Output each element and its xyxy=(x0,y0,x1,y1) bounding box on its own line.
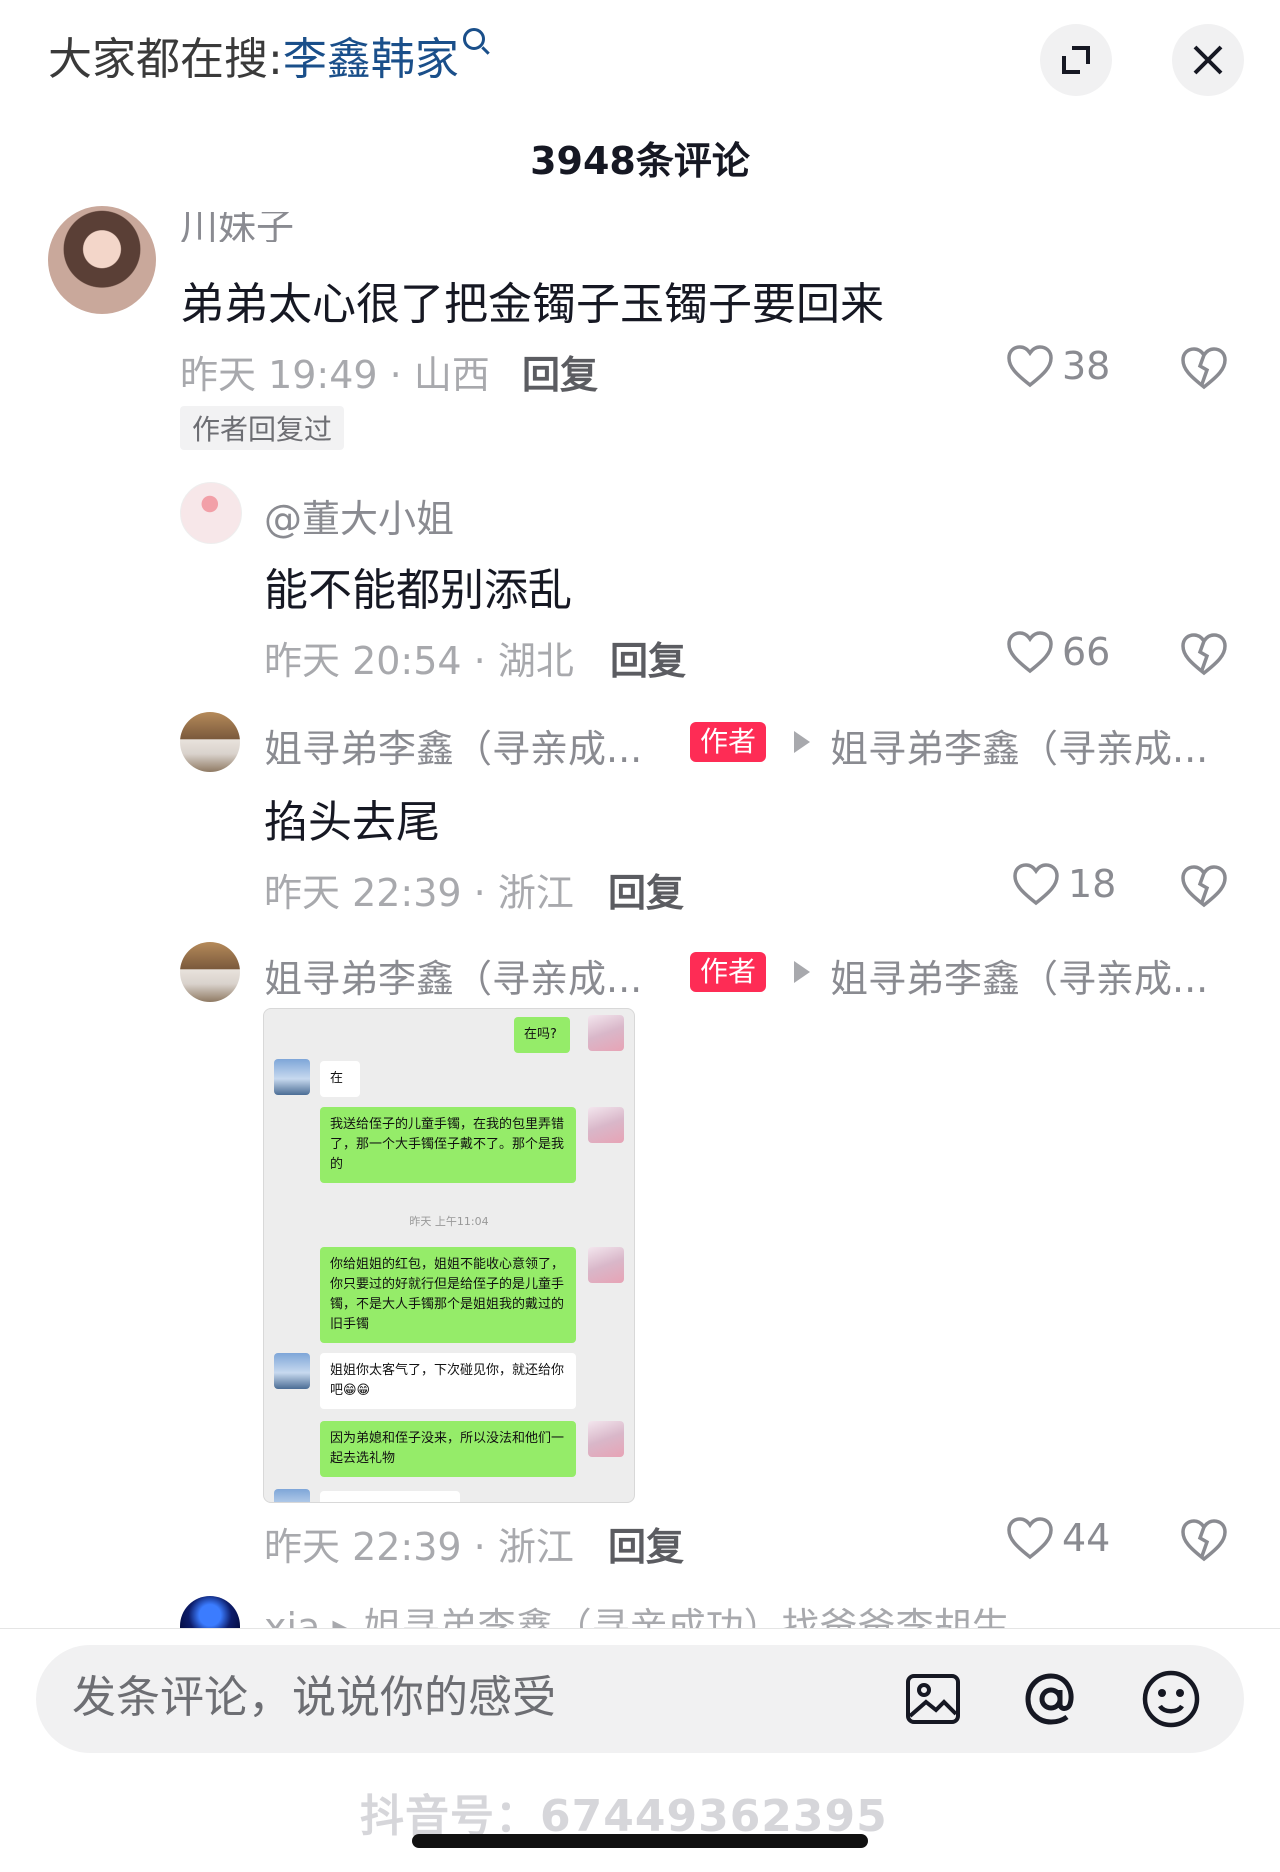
avatar[interactable] xyxy=(180,942,240,1002)
search-icon xyxy=(462,28,485,50)
heart-icon xyxy=(1007,631,1053,674)
like-count: 18 xyxy=(1068,862,1117,906)
avatar[interactable] xyxy=(180,712,240,772)
reply-to-username[interactable]: 姐寻弟李鑫（寻亲成... xyxy=(830,948,1208,1003)
like-button[interactable]: 44 xyxy=(1006,1516,1110,1560)
dislike-icon[interactable] xyxy=(1180,864,1228,908)
dislike-icon[interactable] xyxy=(1180,346,1228,390)
comment-time-location: 昨天 20:54 · 湖北 xyxy=(264,639,574,683)
avatar xyxy=(274,1353,310,1389)
comment-username[interactable]: 姐寻弟李鑫（寻亲成... xyxy=(264,948,642,1003)
comment-username[interactable]: 川妹子 xyxy=(180,212,294,242)
avatar[interactable] xyxy=(48,206,156,314)
close-button[interactable] xyxy=(1172,24,1244,96)
chat-bubble: 在吗? xyxy=(514,1017,570,1053)
reply-arrow-icon xyxy=(794,961,810,983)
comment-image-chat-screenshot[interactable]: 在吗? 在 我送给侄子的儿童手镯，在我的包里弄错了，那一个大手镯侄子戴不了。那个… xyxy=(263,1008,635,1503)
comment-username[interactable]: 姐寻弟李鑫（寻亲成... xyxy=(264,718,642,773)
comment-time-location: 昨天 22:39 · 浙江 xyxy=(264,871,574,915)
avatar xyxy=(274,1059,310,1095)
image-icon[interactable] xyxy=(904,1670,962,1728)
reply-button[interactable]: 回复 xyxy=(608,862,684,917)
username-clip: 川妹子 xyxy=(180,212,294,242)
avatar xyxy=(588,1247,624,1283)
comment-input-placeholder[interactable]: 发条评论，说说你的感受 xyxy=(72,1668,556,1728)
comment-time-location: 昨天 22:39 · 浙江 xyxy=(264,1525,574,1569)
like-button[interactable]: 38 xyxy=(1006,344,1110,388)
reply-button[interactable]: 回复 xyxy=(608,1516,684,1571)
chat-bubble: 因为弟媳和侄子没来，所以没法和他们一起去选礼物 xyxy=(320,1421,576,1477)
chat-bubble-partial xyxy=(320,1491,460,1502)
author-tag: 作者 xyxy=(690,722,767,762)
divider xyxy=(0,1628,1280,1629)
like-count: 38 xyxy=(1062,344,1111,388)
chat-bubble: 你给姐姐的红包，姐姐不能收心意领了，你只要过的好就行但是给侄子的是儿童手镯，不是… xyxy=(320,1247,576,1343)
chat-timestamp: 昨天 上午11:04 xyxy=(409,1215,489,1228)
avatar[interactable] xyxy=(180,1596,240,1628)
heart-icon xyxy=(1013,863,1059,906)
heart-icon xyxy=(1007,345,1053,388)
next-comment-username: xia ▸ 姐寻弟李鑫（寻亲成功）找爸爸李胡生 xyxy=(264,1605,1010,1628)
reply-arrow-icon xyxy=(794,731,810,753)
like-count: 66 xyxy=(1062,630,1111,674)
dislike-icon[interactable] xyxy=(1180,1518,1228,1562)
hot-search-prefix: 大家都在搜: xyxy=(48,34,283,85)
like-count: 44 xyxy=(1062,1516,1111,1560)
hot-search-keyword[interactable]: 李鑫韩家 xyxy=(283,34,459,85)
avatar xyxy=(588,1421,624,1457)
home-indicator xyxy=(412,1834,868,1848)
author-replied-badge: 作者回复过 xyxy=(180,406,345,450)
dislike-icon[interactable] xyxy=(1180,632,1228,676)
comment-text: 能不能都别添乱 xyxy=(264,565,572,616)
at-icon[interactable] xyxy=(1020,1668,1082,1730)
reply-button[interactable]: 回复 xyxy=(610,630,686,685)
author-tag: 作者 xyxy=(690,952,767,992)
chat-bubble: 在 xyxy=(320,1061,360,1097)
comment-text: 弟弟太心很了把金镯子玉镯子要回来 xyxy=(180,279,884,330)
chat-bubble: 姐姐你太客气了，下次碰见你，就还给你吧😁😁 xyxy=(320,1353,576,1409)
reply-button[interactable]: 回复 xyxy=(522,344,598,399)
close-icon xyxy=(1193,45,1223,75)
expand-button[interactable] xyxy=(1040,24,1112,96)
avatar[interactable] xyxy=(180,482,242,544)
heart-icon xyxy=(1007,1517,1053,1560)
chat-bubble: 我送给侄子的儿童手镯，在我的包里弄错了，那一个大手镯侄子戴不了。那个是我的 xyxy=(320,1107,576,1183)
next-comment-preview: xia ▸ 姐寻弟李鑫（寻亲成功）找爸爸李胡生 xyxy=(264,1596,1010,1628)
comment-text: 掐头去尾 xyxy=(264,797,440,848)
reply-to-username[interactable]: 姐寻弟李鑫（寻亲成... xyxy=(830,718,1208,773)
expand-icon xyxy=(1062,46,1090,74)
emoji-icon[interactable] xyxy=(1140,1668,1202,1730)
comment-time-location: 昨天 19:49 · 山西 xyxy=(180,353,490,397)
avatar xyxy=(588,1015,624,1051)
avatar xyxy=(588,1107,624,1143)
comment-count-title: 3948条评论 xyxy=(530,139,750,183)
like-button[interactable]: 66 xyxy=(1006,630,1110,674)
avatar xyxy=(274,1489,310,1502)
hot-search-bar[interactable]: 大家都在搜:李鑫韩家 xyxy=(48,28,485,90)
like-button[interactable]: 18 xyxy=(1012,862,1116,906)
comment-username[interactable]: @董大小姐 xyxy=(264,488,454,543)
